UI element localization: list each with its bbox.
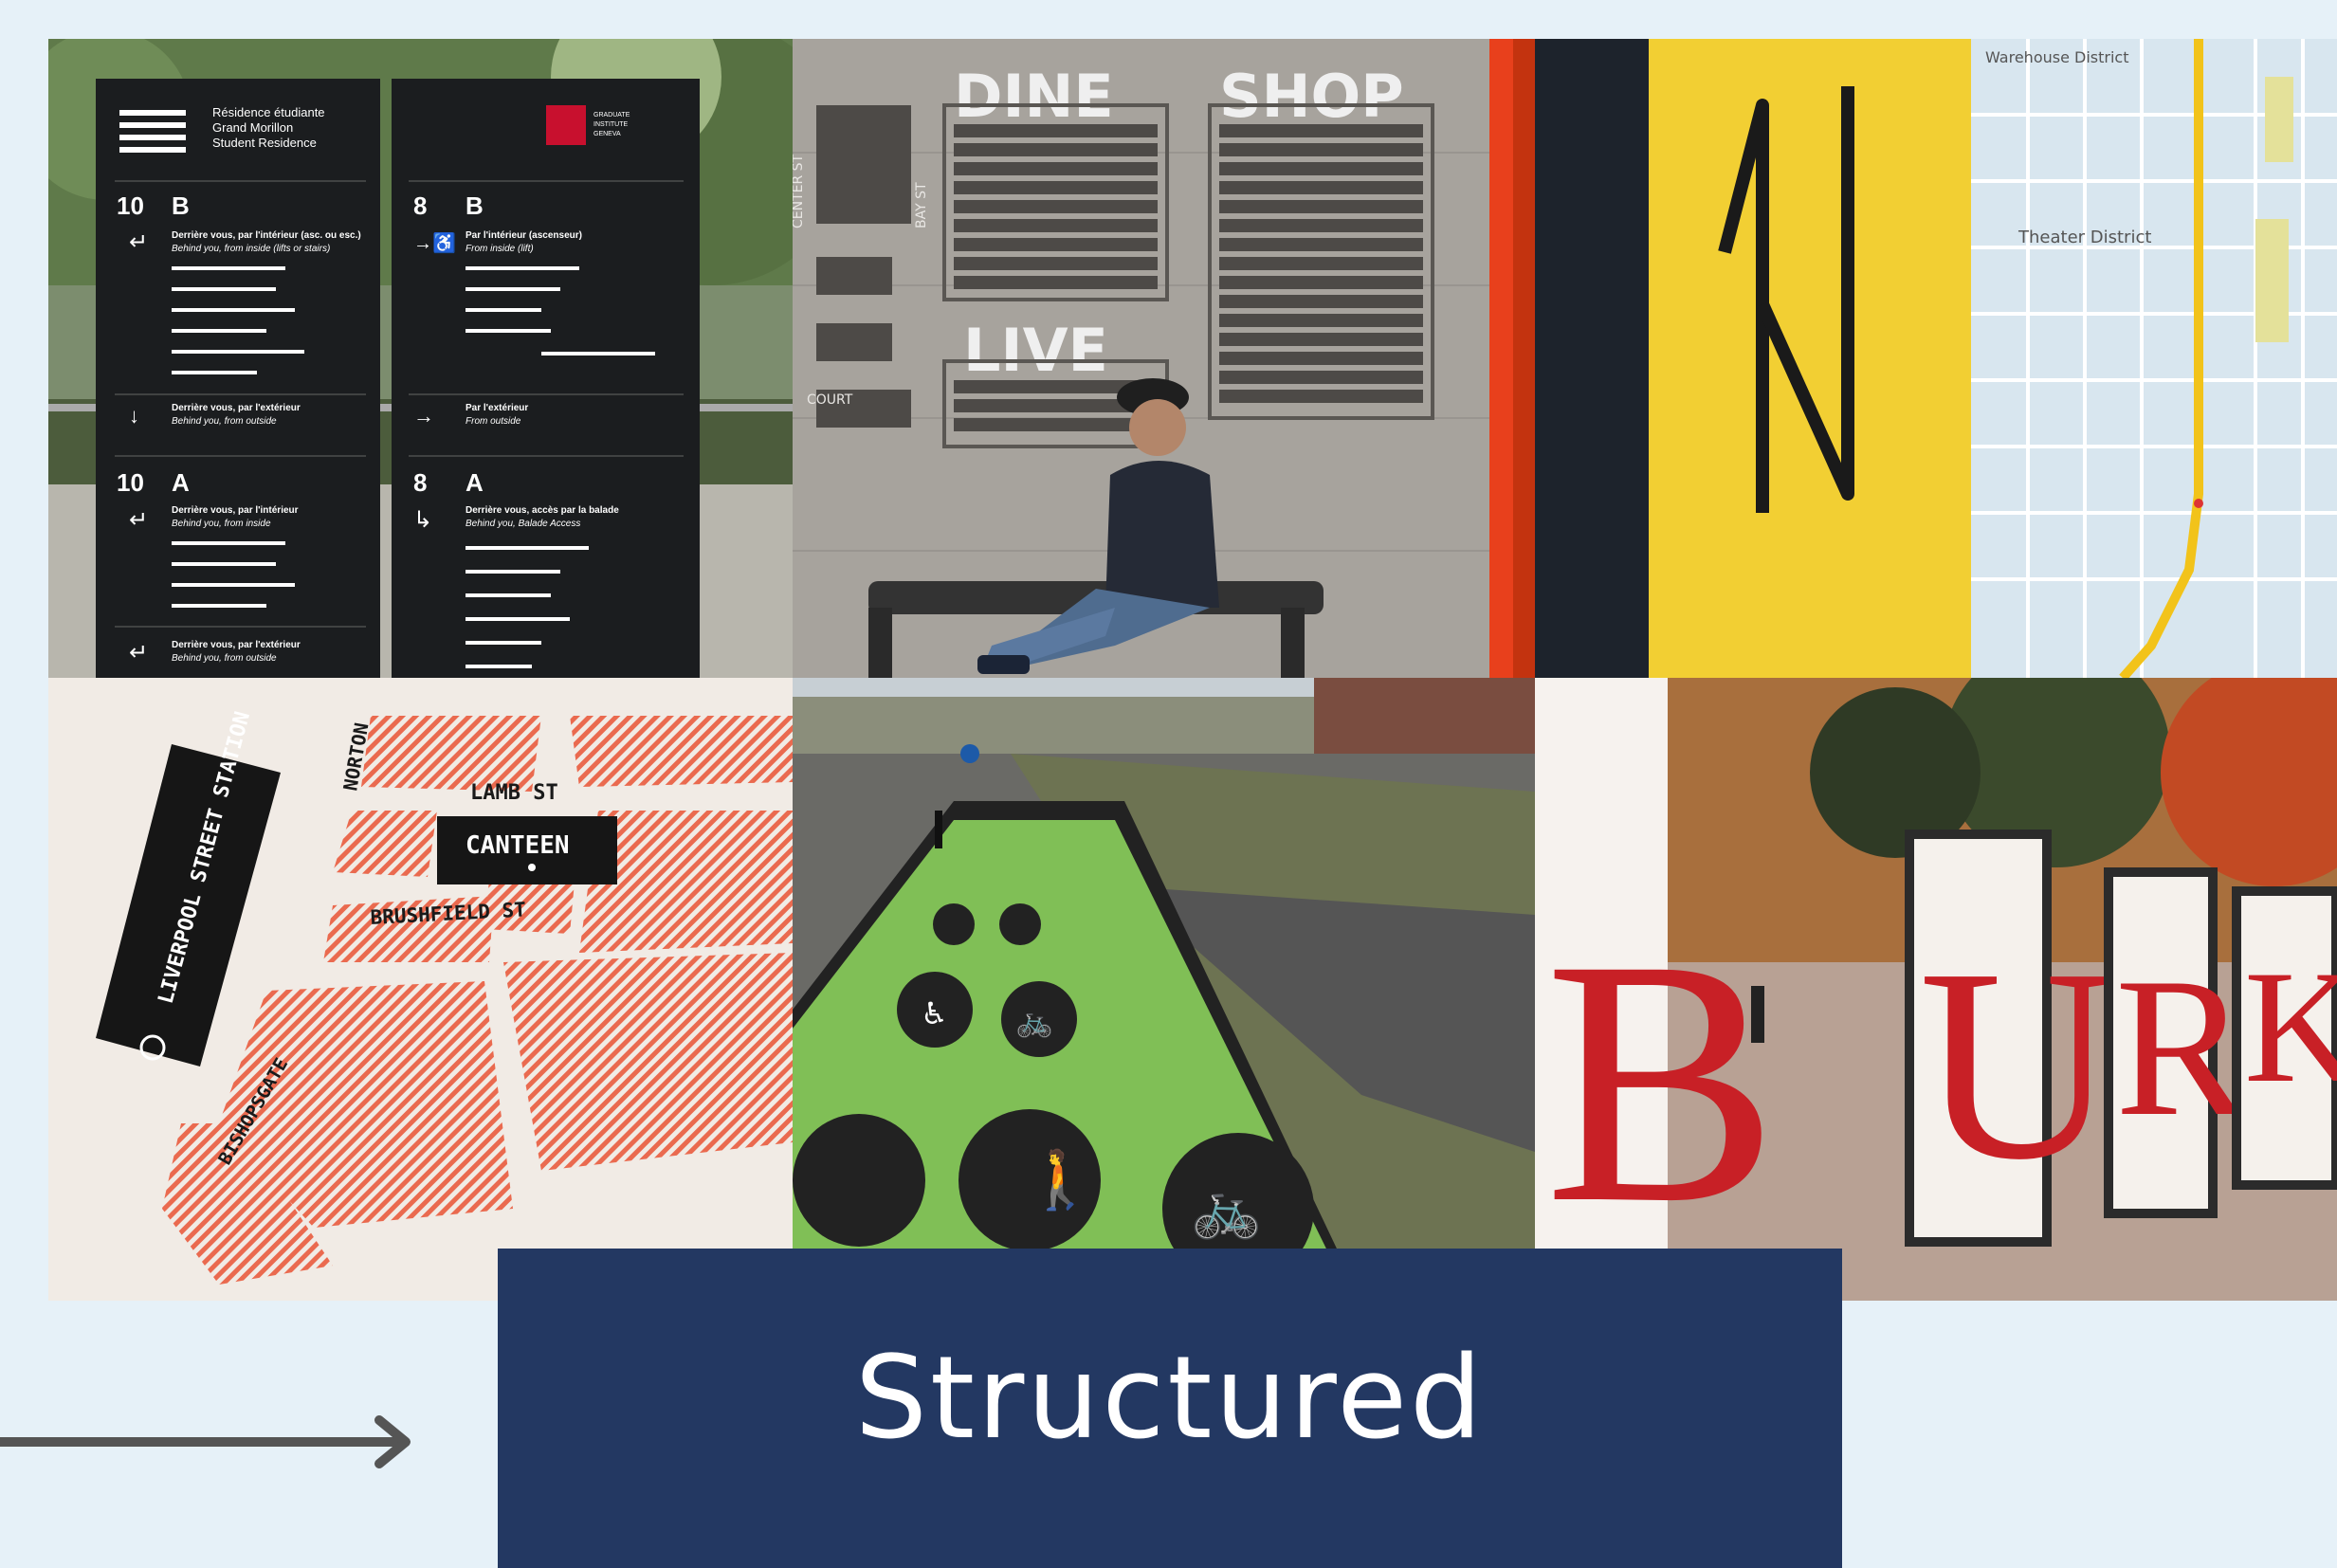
map-district-label: Theater District [2017, 228, 2151, 247]
dine-heading: DINE [954, 62, 1114, 131]
sign-header-line-1: Résidence étudiante [212, 105, 325, 119]
return-arrow-icon: ↵ [129, 229, 148, 255]
street-label: LAMB ST [470, 781, 558, 805]
photo-burke-letters: B U R K [1535, 678, 2337, 1301]
sign-direction-subheading: Behind you, from outside [172, 653, 277, 664]
logo-text: GENEVA [593, 131, 621, 137]
photo-bike-path: 🚶 🚲 ♿ 🚲 [793, 678, 1535, 1301]
return-arrow-icon: ↵ [129, 507, 148, 533]
sign-header-line-2: Grand Morillon [212, 120, 293, 135]
live-heading: LIVE [963, 316, 1108, 385]
sign-direction-heading: Par l'intérieur (ascenseur) [466, 230, 582, 241]
map-district-label: Warehouse District [1985, 48, 2128, 66]
court-label: COURT [807, 392, 853, 408]
burke-letter: K [2244, 938, 2337, 1116]
bicycle-icon: 🚲 [1015, 1003, 1053, 1039]
return-arrow-icon: ↵ [129, 640, 148, 665]
sign-left-entry-letter: A [172, 468, 190, 497]
sign-direction-heading: Derrière vous, par l'intérieur (asc. ou … [172, 230, 361, 241]
sign-right-entry-letter: A [466, 468, 484, 497]
category-label-box: Structured [498, 1249, 1842, 1568]
down-arrow-icon: ↓ [129, 404, 139, 428]
photo-london-map: LAMB ST CANTEEN BRUSHFIELD ST NORTON LIV… [48, 678, 793, 1301]
sign-direction-subheading: Behind you, from inside (lifts or stairs… [172, 244, 330, 254]
bicycle-icon: 🚲 [1191, 1176, 1262, 1242]
sign-left-entry-letter: B [172, 191, 190, 220]
logo-text: INSTITUTE [593, 121, 628, 128]
burke-letter: B [1544, 887, 1779, 1276]
burke-letter: R [2115, 938, 2248, 1158]
sign-direction-heading: Derrière vous, par l'extérieur [172, 403, 301, 413]
sign-direction-heading: Derrière vous, par l'intérieur [172, 505, 299, 516]
sign-right-address-number: 8 [413, 191, 427, 220]
sign-header-line-3: Student Residence [212, 136, 317, 150]
graduate-institute-logo-icon [546, 105, 586, 145]
category-label: Structured [854, 1333, 1486, 1465]
sign-left-address-number: 10 [117, 468, 144, 497]
right-arrow-accessible-icon: →♿ [413, 231, 456, 254]
sign-right-entry-letter: B [466, 191, 484, 220]
sign-direction-heading: Par l'extérieur [466, 403, 528, 413]
photo-map-totem: Warehouse District Theater District [1535, 39, 2337, 678]
logo-text: GRADUATE [593, 112, 630, 119]
shop-heading: SHOP [1219, 62, 1404, 131]
sign-direction-subheading: Behind you, from outside [172, 416, 277, 427]
sign-direction-subheading: From inside (lift) [466, 244, 534, 254]
canteen-label: CANTEEN [466, 831, 570, 860]
center-st-label: CENTER ST [793, 154, 806, 228]
sign-right-address-number: 8 [413, 468, 427, 497]
turn-arrow-icon: ↳ [413, 507, 432, 533]
sign-direction-heading: Derrière vous, par l'extérieur [172, 640, 301, 650]
bay-st-label: BAY ST [914, 182, 929, 228]
photo-residence-signs: Résidence étudiante Grand Morillon Stude… [48, 39, 793, 678]
photo-directory-wall: DINE SHOP LIVE CENTER ST BAY ST COURT [793, 39, 1535, 678]
sign-direction-subheading: Behind you, from inside [172, 519, 271, 529]
right-arrow-icon [0, 1409, 427, 1475]
pedestrian-icon: 🚶 [1025, 1147, 1096, 1213]
burke-letter: U [1919, 912, 2117, 1216]
sign-left-address-number: 10 [117, 191, 144, 220]
sign-direction-subheading: From outside [466, 416, 521, 427]
sign-direction-subheading: Behind you, Balade Access [466, 519, 580, 529]
right-arrow-icon: → [413, 404, 434, 428]
wheelchair-icon: ♿ [921, 995, 948, 1031]
sign-direction-heading: Derrière vous, accès par la balade [466, 505, 619, 516]
